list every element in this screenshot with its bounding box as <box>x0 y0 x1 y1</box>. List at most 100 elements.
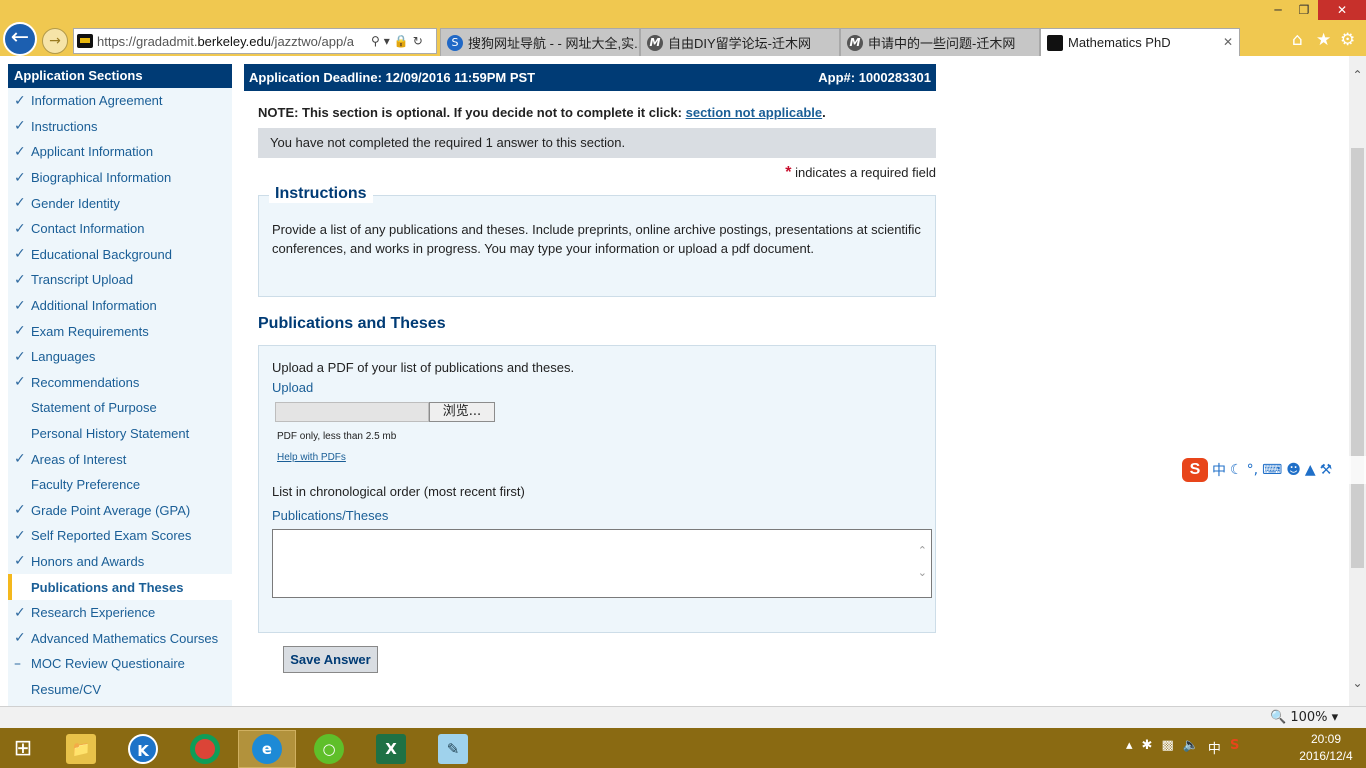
sidebar-item-biographical-information[interactable]: ✓ Biographical Information <box>8 165 232 191</box>
publications-textarea[interactable]: ⌃ ⌄ <box>272 529 932 598</box>
sogou-ime-icon[interactable]: S <box>1182 458 1208 482</box>
file-explorer-icon[interactable]: 📁 <box>52 730 110 768</box>
taskbar: ⊞ 📁 K e ○ X ✎ ▴ ✱ ▩ 🔈 中 S 20:09 2016/12/… <box>0 728 1366 768</box>
browse-button[interactable]: 浏览... <box>429 402 495 422</box>
sidebar-item-information-agreement[interactable]: ✓ Information Agreement <box>8 88 232 114</box>
internet-explorer-icon[interactable]: e <box>238 730 296 768</box>
settings-gear-icon[interactable]: ⚙ <box>1340 30 1355 50</box>
volume-muted-icon[interactable]: 🔈 <box>1183 738 1199 757</box>
checkmark-icon: ✓ <box>14 348 26 365</box>
refresh-icon[interactable]: ↻ <box>413 34 423 48</box>
dropdown-icon[interactable]: ▾ <box>384 34 390 48</box>
search-icon[interactable]: ⚲ <box>371 34 380 48</box>
deadline-bar: Application Deadline: 12/09/2016 11:59PM… <box>244 64 936 91</box>
save-answer-button[interactable]: Save Answer <box>283 646 378 673</box>
scroll-down-icon[interactable]: ⌄ <box>918 566 927 579</box>
sidebar-item-applicant-information[interactable]: ✓ Applicant Information <box>8 139 232 165</box>
browser-chrome: ─ ❐ ✕ ← → https://gradadmit.berkeley.edu… <box>0 0 1366 56</box>
section-not-applicable-link[interactable]: section not applicable <box>686 105 823 120</box>
sidebar-item-transcript-upload[interactable]: ✓ Transcript Upload <box>8 267 232 293</box>
notepad-icon[interactable]: ✎ <box>424 730 482 768</box>
sidebar-item-exam-requirements[interactable]: ✓ Exam Requirements <box>8 318 232 344</box>
shirt-icon[interactable]: ▲ <box>1305 462 1316 478</box>
sidebar-item-resume-cv[interactable]: Resume/CV <box>8 677 232 703</box>
network-icon[interactable]: ▩ <box>1161 738 1173 757</box>
scroll-thumb[interactable] <box>1351 148 1364 568</box>
url-text[interactable]: https://gradadmit.berkeley.edu/jazztwo/a… <box>97 34 367 49</box>
address-bar[interactable]: https://gradadmit.berkeley.edu/jazztwo/a… <box>73 28 437 54</box>
sidebar-item-label: Areas of Interest <box>31 451 127 467</box>
ime-indicator[interactable]: 中 <box>1208 738 1221 757</box>
sidebar-item-moc-review-questionaire[interactable]: – MOC Review Questionaire <box>8 651 232 677</box>
sidebar-item-educational-background[interactable]: ✓ Educational Background <box>8 242 232 268</box>
windows-start-icon[interactable]: ⊞ <box>8 736 38 762</box>
wechat-icon[interactable]: ○ <box>300 730 358 768</box>
sidebar-item-research-experience[interactable]: ✓ Research Experience <box>8 600 232 626</box>
sidebar-item-additional-information[interactable]: ✓ Additional Information <box>8 293 232 319</box>
close-tab-icon[interactable]: ✕ <box>1223 35 1233 49</box>
sidebar-item-label: Grade Point Average (GPA) <box>31 502 191 518</box>
sidebar-item-faculty-preference[interactable]: Faculty Preference <box>8 472 232 498</box>
bluetooth-icon[interactable]: ✱ <box>1142 738 1153 757</box>
tab-sogou[interactable]: S 搜狗网址导航 - - 网址大全,实... <box>440 28 640 56</box>
sogou-tray-icon[interactable]: S <box>1230 738 1239 757</box>
sidebar-item-recommendations[interactable]: ✓ Recommendations <box>8 370 232 396</box>
wrench-icon[interactable]: ⚒ <box>1320 462 1333 478</box>
scroll-up-icon[interactable]: ⌃ <box>918 544 927 557</box>
sidebar-item-areas-of-interest[interactable]: ✓ Areas of Interest <box>8 446 232 472</box>
tab-qianmu-questions[interactable]: M 申请中的一些问题-迁木网 <box>840 28 1040 56</box>
moon-icon[interactable]: ☾ <box>1230 462 1243 478</box>
graduation-cap-icon <box>1047 34 1063 51</box>
sidebar-item-grade-point-average-gpa[interactable]: ✓ Grade Point Average (GPA) <box>8 498 232 524</box>
home-icon[interactable]: ⌂ <box>1292 30 1303 50</box>
excel-icon[interactable]: X <box>362 730 420 768</box>
sidebar-item-publications-and-theses[interactable]: Publications and Theses <box>8 574 232 600</box>
minimize-icon[interactable]: ─ <box>1264 0 1292 20</box>
sidebar-item-label: Contact Information <box>31 221 145 237</box>
page-scrollbar[interactable]: ⌃ ⌄ <box>1349 56 1366 706</box>
checkmark-icon: ✓ <box>14 297 26 314</box>
ime-toolbar: S 中 ☾ °, ⌨ ☻ ▲ ⚒ <box>1180 456 1366 484</box>
maximize-icon[interactable]: ❐ <box>1290 0 1318 20</box>
chrome-icon[interactable] <box>176 730 234 768</box>
sidebar-item-statement-of-purpose[interactable]: Statement of Purpose <box>8 395 232 421</box>
sidebar-item-gender-identity[interactable]: ✓ Gender Identity <box>8 190 232 216</box>
user-icon[interactable]: ☻ <box>1286 462 1301 478</box>
file-path-field[interactable] <box>275 402 429 422</box>
tab-qianmu-forum[interactable]: M 自由DIY留学论坛-迁木网 <box>640 28 840 56</box>
scroll-down-icon[interactable]: ⌄ <box>1349 676 1366 690</box>
punctuation-icon[interactable]: °, <box>1247 462 1258 478</box>
help-with-pdfs-link[interactable]: Help with PDFs <box>277 452 346 463</box>
publications-theses-label: Publications/Theses <box>272 508 389 523</box>
instructions-text: Provide a list of any publications and t… <box>272 222 921 256</box>
ime-language-icon[interactable]: 中 <box>1212 460 1226 480</box>
back-arrow-icon[interactable]: ← <box>3 22 37 56</box>
sidebar-item-honors-and-awards[interactable]: ✓ Honors and Awards <box>8 549 232 575</box>
incomplete-message: You have not completed the required 1 an… <box>258 128 936 158</box>
keyboard-icon[interactable]: ⌨ <box>1262 462 1282 478</box>
checkmark-icon: ✓ <box>14 220 26 237</box>
sidebar-item-instructions[interactable]: ✓ Instructions <box>8 114 232 140</box>
scroll-up-icon[interactable]: ⌃ <box>1349 68 1366 82</box>
dash-icon: – <box>14 655 21 672</box>
kuaibo-icon[interactable]: K <box>114 730 172 768</box>
favorites-star-icon[interactable]: ★ <box>1316 30 1331 50</box>
checkmark-icon: ✓ <box>14 271 26 288</box>
qianmu-icon: M <box>847 34 863 51</box>
sidebar-item-personal-history-statement[interactable]: Personal History Statement <box>8 421 232 447</box>
sidebar-item-advanced-mathematics-courses[interactable]: ✓ Advanced Mathematics Courses <box>8 625 232 651</box>
forward-arrow-icon[interactable]: → <box>42 28 68 54</box>
sidebar-item-contact-information[interactable]: ✓ Contact Information <box>8 216 232 242</box>
tab-label: 自由DIY留学论坛-迁木网 <box>668 36 812 51</box>
checkmark-icon: ✓ <box>14 502 26 519</box>
sidebar-item-self-reported-exam-scores[interactable]: ✓ Self Reported Exam Scores <box>8 523 232 549</box>
close-icon[interactable]: ✕ <box>1318 0 1366 20</box>
zoom-level[interactable]: 🔍 100% ▾ <box>1270 710 1338 725</box>
checkmark-icon: ✓ <box>14 374 26 391</box>
tab-mathematics-phd[interactable]: Mathematics PhD ✕ <box>1040 28 1240 56</box>
show-hidden-icons-icon[interactable]: ▴ <box>1126 738 1133 757</box>
lock-icon[interactable]: 🔒 <box>394 34 409 48</box>
sidebar-item-languages[interactable]: ✓ Languages <box>8 344 232 370</box>
clock[interactable]: 20:09 2016/12/4 <box>1296 731 1356 765</box>
order-note: List in chronological order (most recent… <box>272 484 525 499</box>
